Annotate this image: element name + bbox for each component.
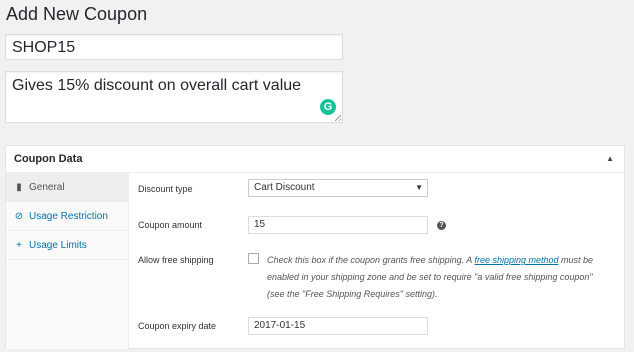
ban-icon: ⊘ <box>14 211 24 222</box>
discount-type-select[interactable]: Cart Discount ▼ <box>248 179 428 197</box>
panel-title: Coupon Data <box>14 153 83 165</box>
tab-label: Usage Restriction <box>29 211 108 222</box>
free-shipping-description: Check this box if the coupon grants free… <box>267 252 607 303</box>
general-fields: Discount type Cart Discount ▼ Coupon amo… <box>128 173 624 349</box>
resize-handle-icon[interactable] <box>335 115 341 121</box>
discount-type-value: Cart Discount <box>254 182 315 193</box>
coupon-description-text: Gives 15% discount on overall cart value <box>12 77 302 94</box>
free-shipping-checkbox[interactable] <box>248 253 259 264</box>
plus-icon: + <box>16 240 22 251</box>
help-icon[interactable]: ? <box>437 221 446 230</box>
tab-usage-restriction[interactable]: ⊘ Usage Restriction <box>6 202 128 231</box>
desc-text: Check this box if the coupon grants free… <box>267 255 475 265</box>
grammarly-icon[interactable]: G <box>320 99 336 115</box>
page-title: Add New Coupon <box>6 4 148 24</box>
free-shipping-method-link[interactable]: free shipping method <box>474 255 558 265</box>
ticket-icon: ▮ <box>16 182 22 193</box>
tab-label: General <box>29 182 65 193</box>
tab-usage-limits[interactable]: + Usage Limits <box>6 231 128 260</box>
discount-type-label: Discount type <box>138 184 193 194</box>
expiry-date-input[interactable]: 2017-01-15 <box>248 317 428 335</box>
tab-label: Usage Limits <box>29 240 87 251</box>
free-shipping-label: Allow free shipping <box>138 255 214 265</box>
coupon-amount-label: Coupon amount <box>138 220 203 230</box>
coupon-code-input[interactable]: SHOP15 <box>5 34 343 60</box>
coupon-amount-input[interactable]: 15 <box>248 216 428 234</box>
coupon-description-textarea[interactable]: Gives 15% discount on overall cart value… <box>5 71 343 123</box>
collapse-toggle-icon[interactable]: ▲ <box>606 154 614 163</box>
panel-header: Coupon Data ▲ <box>6 146 624 173</box>
expiry-date-label: Coupon expiry date <box>138 321 217 331</box>
coupon-data-panel: Coupon Data ▲ ▮ General ⊘ Usage Restrict… <box>5 145 625 349</box>
coupon-tabs: ▮ General ⊘ Usage Restriction + Usage Li… <box>6 173 129 349</box>
chevron-down-icon: ▼ <box>415 183 423 192</box>
tab-general[interactable]: ▮ General <box>6 173 128 202</box>
